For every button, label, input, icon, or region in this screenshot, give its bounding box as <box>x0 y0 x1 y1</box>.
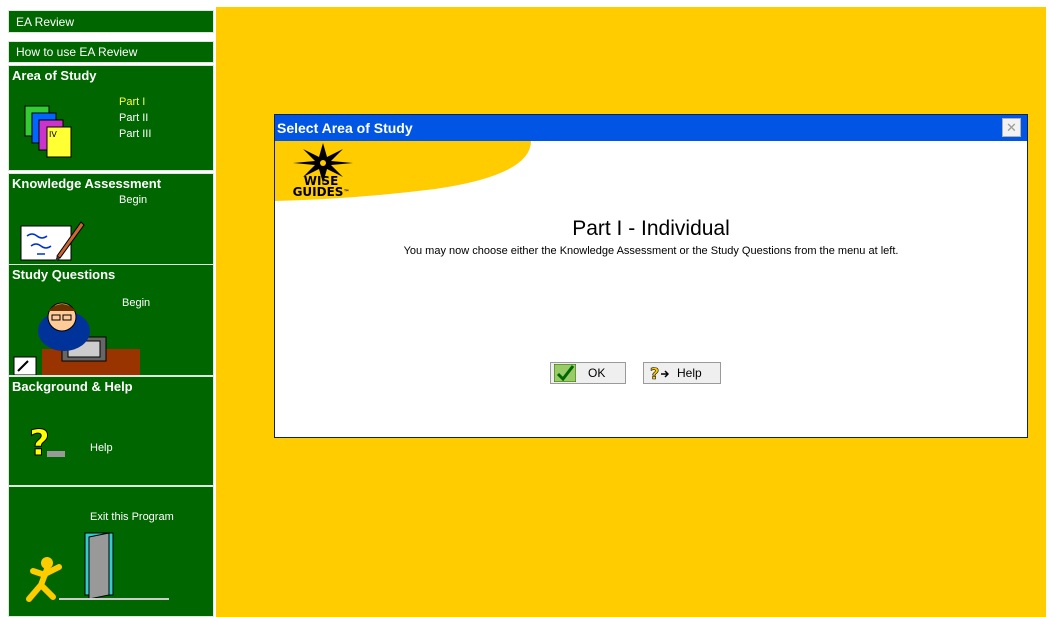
area-part-iii-link[interactable]: Part III <box>119 128 151 140</box>
area-part-ii-link[interactable]: Part II <box>119 112 148 124</box>
knowledge-assessment-panel: Knowledge Assessment Begin <box>8 173 214 271</box>
running-man-door-icon[interactable] <box>19 529 169 609</box>
nav-how-to-use[interactable]: How to use EA Review <box>8 41 214 63</box>
background-help-link[interactable]: Help <box>90 442 113 454</box>
question-arrow-icon: ? <box>650 364 669 382</box>
dialog-title: Select Area of Study <box>277 120 413 136</box>
logo-guides: GUIDES <box>292 185 344 199</box>
nav-ea-review[interactable]: EA Review <box>8 10 214 33</box>
ok-button[interactable]: OK <box>550 362 626 384</box>
wise-guides-logo: WISE GUIDES™ <box>291 175 351 199</box>
help-button-label: Help <box>677 366 702 380</box>
ok-button-label: OK <box>588 366 606 380</box>
exit-panel: Exit this Program <box>8 486 214 617</box>
exit-program-link[interactable]: Exit this Program <box>90 511 174 523</box>
study-questions-panel: Study Questions Begin <box>8 264 214 376</box>
help-button[interactable]: ? Help <box>643 362 721 384</box>
close-icon: ✕ <box>1006 120 1017 135</box>
knowledge-assessment-begin-link[interactable]: Begin <box>119 194 147 206</box>
knowledge-assessment-header: Knowledge Assessment <box>12 176 162 191</box>
app-window: EA Review How to use EA Review Area of S… <box>0 0 1050 617</box>
area-part-i-link[interactable]: Part I <box>119 96 145 108</box>
question-mark-icon[interactable]: ? <box>25 421 69 465</box>
dialog-message: You may now choose either the Knowledge … <box>403 245 899 257</box>
folders-icon: IV <box>24 105 72 158</box>
area-of-study-panel: Area of Study IV Part I Part II Part III <box>8 65 214 171</box>
background-help-panel: Background & Help ? Help <box>8 376 214 486</box>
select-area-dialog: Select Area of Study ✕ WISE GUIDES™ Part… <box>274 114 1028 438</box>
study-questions-begin-link[interactable]: Begin <box>122 297 150 309</box>
study-questions-header: Study Questions <box>12 267 116 282</box>
svg-text:?: ? <box>29 423 50 464</box>
dialog-titlebar[interactable]: Select Area of Study ✕ <box>275 115 1027 141</box>
logo-tm: ™ <box>343 189 350 196</box>
dialog-body: WISE GUIDES™ Part I - Individual You may… <box>275 141 1027 437</box>
area-of-study-header: Area of Study <box>12 68 97 83</box>
pen-paper-icon[interactable] <box>17 216 87 264</box>
sidebar: EA Review How to use EA Review Area of S… <box>8 10 216 617</box>
svg-text:?: ? <box>650 364 659 382</box>
svg-text:IV: IV <box>49 130 57 139</box>
background-help-header: Background & Help <box>12 379 133 394</box>
logo-banner <box>275 141 531 201</box>
checkmark-icon <box>554 364 576 382</box>
dialog-heading: Part I - Individual <box>572 217 730 240</box>
nav-ea-review-label[interactable]: EA Review <box>16 15 74 29</box>
dialog-close-button[interactable]: ✕ <box>1002 118 1021 137</box>
student-desk-icon[interactable] <box>12 299 142 375</box>
nav-how-to-use-label[interactable]: How to use EA Review <box>16 45 137 59</box>
